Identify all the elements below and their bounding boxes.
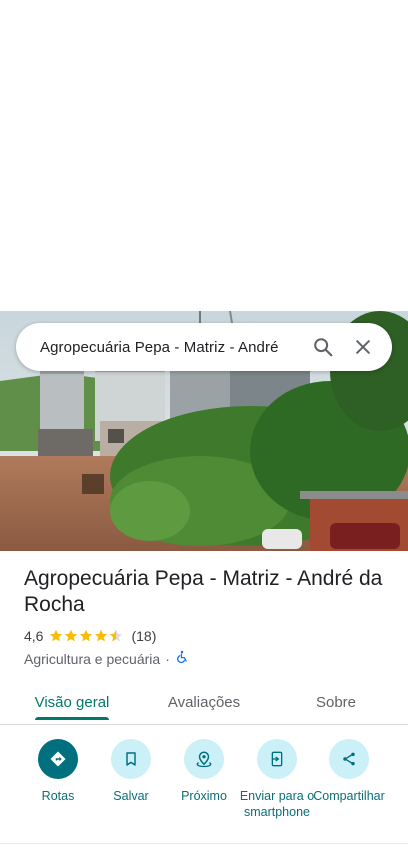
search-bar[interactable]: Agropecuária Pepa - Matriz - André [16, 323, 392, 371]
map-area[interactable] [0, 0, 408, 311]
close-icon[interactable] [350, 334, 376, 360]
place-category: Agricultura e pecuária [24, 650, 161, 667]
search-input[interactable]: Agropecuária Pepa - Matriz - André [40, 339, 310, 356]
place-info: Agropecuária Pepa - Matriz - André da Ro… [24, 566, 394, 667]
wheelchair-icon [175, 650, 189, 667]
nearby-label: Próximo [181, 789, 227, 803]
directions-icon [38, 739, 78, 779]
save-button[interactable]: Salvar [91, 736, 171, 804]
send-to-phone-label: Enviar para o smartphone [239, 789, 315, 819]
rating-row[interactable]: 4,6 (18) [24, 628, 394, 644]
nearby-button[interactable]: Próximo [164, 736, 244, 804]
star-icon [50, 629, 123, 642]
share-icon [329, 739, 369, 779]
send-to-phone-icon [257, 739, 297, 779]
rating-value: 4,6 [24, 628, 44, 644]
action-bar: Rotas Salvar Próximo Enviar para o smart… [0, 736, 408, 836]
review-count: (18) [131, 628, 157, 644]
directions-button[interactable]: Rotas [18, 736, 98, 804]
divider [0, 843, 408, 844]
rating-stars [49, 629, 125, 643]
search-icon[interactable] [310, 334, 336, 360]
active-tab-indicator [35, 717, 109, 720]
share-button[interactable]: Compartilhar [309, 736, 389, 804]
share-label: Compartilhar [313, 789, 385, 803]
category-row: Agricultura e pecuária · [24, 650, 394, 667]
send-to-phone-button[interactable]: Enviar para o smartphone [237, 736, 317, 820]
directions-label: Rotas [41, 789, 75, 803]
tab-about[interactable]: Sobre [296, 680, 376, 724]
separator: · [165, 650, 170, 667]
save-label: Salvar [113, 789, 149, 803]
bookmark-icon [111, 739, 151, 779]
tab-reviews[interactable]: Avaliações [156, 680, 252, 724]
place-title: Agropecuária Pepa - Matriz - André da Ro… [24, 567, 383, 616]
nearby-icon [184, 739, 224, 779]
